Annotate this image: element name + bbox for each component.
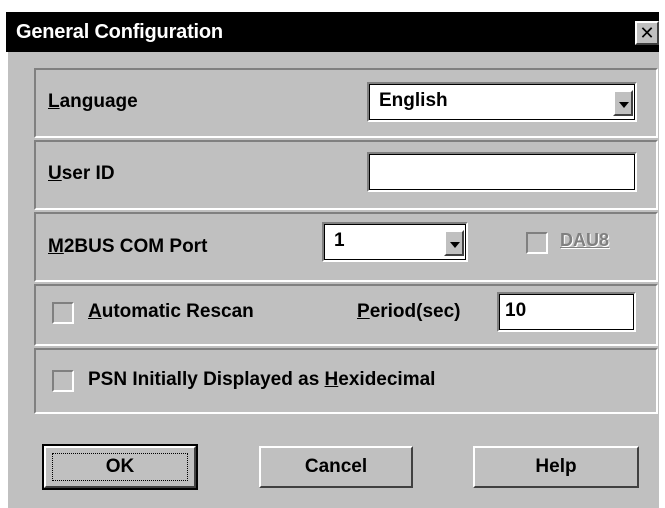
period-value: 10 [505, 300, 527, 321]
ok-button-label: OK [52, 453, 188, 481]
com-port-dropdown[interactable]: 1 [322, 222, 468, 262]
com-port-label: M2BUS COM Port [48, 236, 208, 257]
help-button[interactable]: Help [473, 446, 639, 488]
language-dropdown[interactable]: English [367, 82, 637, 122]
dau8-label: DAU8 [560, 230, 610, 250]
user-id-input[interactable] [367, 152, 637, 192]
user-id-label: User ID [48, 163, 115, 184]
window-title: General Configuration [16, 21, 223, 43]
period-label: Period(sec) [357, 301, 461, 322]
close-icon: ✕ [639, 23, 655, 43]
close-button[interactable]: ✕ [635, 21, 659, 45]
language-value: English [379, 90, 448, 111]
period-input[interactable]: 10 [497, 292, 636, 332]
com-port-value: 1 [334, 230, 345, 251]
dau8-checkbox [526, 232, 548, 254]
psn-hex-checkbox[interactable] [52, 370, 74, 392]
automatic-rescan-checkbox[interactable] [52, 302, 74, 324]
language-label: Language [48, 91, 138, 112]
chevron-down-icon[interactable] [444, 230, 464, 256]
ok-button[interactable]: OK [42, 444, 198, 490]
psn-hex-label[interactable]: PSN Initially Displayed as Hexidecimal [88, 369, 435, 391]
title-bar: General Configuration ✕ [6, 12, 659, 52]
chevron-down-icon[interactable] [613, 90, 633, 116]
automatic-rescan-label[interactable]: Automatic Rescan [88, 301, 254, 323]
cancel-button[interactable]: Cancel [259, 446, 413, 488]
